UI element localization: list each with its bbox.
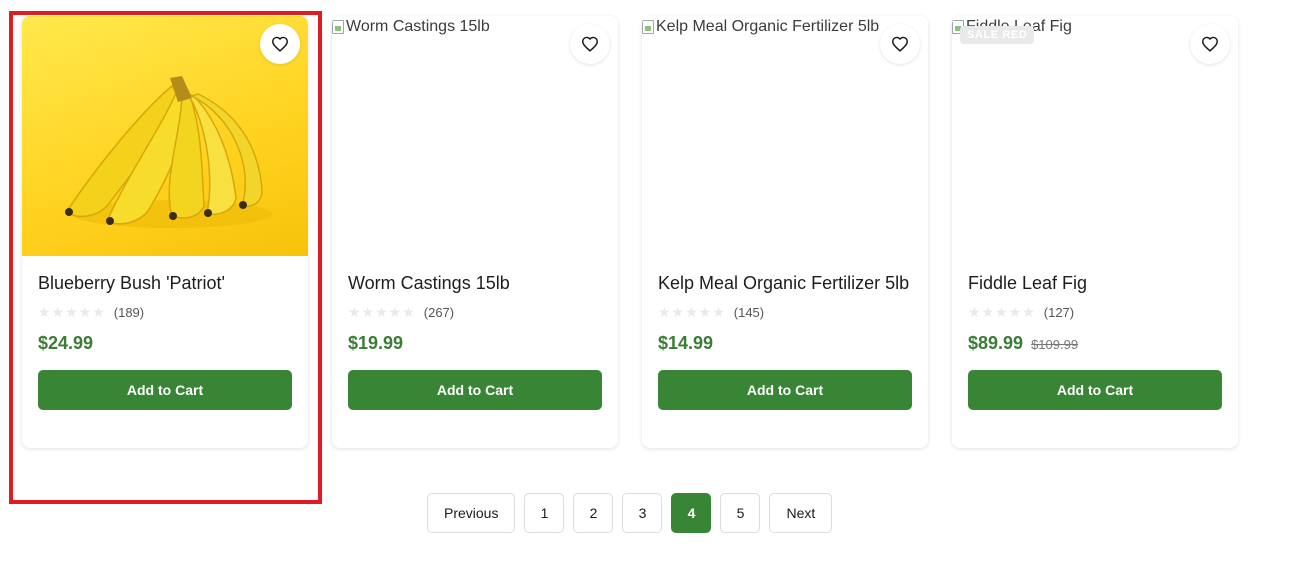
page-button-2[interactable]: 2 [573, 493, 614, 533]
star-rating-icon: ★★★★★ [38, 303, 106, 320]
product-rating: ★★★★★ (145) [658, 303, 912, 321]
price-row: $89.99 $109.99 [968, 333, 1222, 354]
product-title[interactable]: Blueberry Bush 'Patriot' [38, 272, 292, 295]
image-alt-text: Kelp Meal Organic Fertilizer 5lb [656, 18, 880, 35]
broken-image-alt: Worm Castings 15lb [332, 18, 490, 36]
product-price: $89.99 [968, 333, 1024, 353]
add-to-cart-button[interactable]: Add to Cart [968, 370, 1222, 410]
star-rating-icon: ★★★★★ [658, 303, 726, 320]
image-alt-text: Worm Castings 15lb [346, 18, 490, 35]
favorite-button[interactable] [570, 24, 610, 64]
favorite-button[interactable] [1190, 24, 1230, 64]
star-rating-icon: ★★★★★ [348, 303, 416, 320]
page-button-5[interactable]: 5 [720, 493, 761, 533]
next-page-button[interactable]: Next [769, 493, 833, 533]
broken-image-icon [332, 20, 344, 34]
broken-image-icon [642, 20, 654, 34]
sale-badge: SALE RED [960, 26, 1035, 44]
heart-outline-icon [581, 36, 599, 52]
product-price: $14.99 [658, 333, 714, 353]
page-button-1[interactable]: 1 [524, 493, 565, 533]
product-image[interactable]: Fiddle Leaf Fig SALE RED [952, 16, 1238, 256]
product-price: $24.99 [38, 333, 94, 353]
previous-page-button[interactable]: Previous [427, 493, 516, 533]
product-grid: Blueberry Bush 'Patriot' ★★★★★ (189) $24… [22, 16, 1238, 448]
product-card: Worm Castings 15lb Worm Castings 15lb ★★… [332, 16, 618, 448]
price-row: $14.99 [658, 333, 912, 354]
product-card: Fiddle Leaf Fig SALE RED Fiddle Leaf Fig… [952, 16, 1238, 448]
product-image[interactable]: Kelp Meal Organic Fertilizer 5lb [642, 16, 928, 256]
heart-outline-icon [1201, 36, 1219, 52]
review-count: (189) [113, 304, 145, 320]
product-image[interactable] [22, 16, 308, 256]
product-price: $19.99 [348, 333, 404, 353]
price-row: $19.99 [348, 333, 602, 354]
product-card: Blueberry Bush 'Patriot' ★★★★★ (189) $24… [22, 16, 308, 448]
product-image[interactable]: Worm Castings 15lb [332, 16, 618, 256]
favorite-button[interactable] [260, 24, 300, 64]
add-to-cart-button[interactable]: Add to Cart [38, 370, 292, 410]
product-rating: ★★★★★ (127) [968, 303, 1222, 321]
add-to-cart-button[interactable]: Add to Cart [348, 370, 602, 410]
product-title[interactable]: Fiddle Leaf Fig [968, 272, 1222, 295]
price-row: $24.99 [38, 333, 292, 354]
heart-outline-icon [891, 36, 909, 52]
broken-image-alt: Kelp Meal Organic Fertilizer 5lb [642, 18, 879, 36]
favorite-button[interactable] [880, 24, 920, 64]
product-title[interactable]: Worm Castings 15lb [348, 272, 602, 295]
page-button-4-current[interactable]: 4 [671, 493, 712, 533]
page-button-3[interactable]: 3 [622, 493, 663, 533]
star-rating-icon: ★★★★★ [968, 303, 1036, 320]
review-count: (145) [733, 304, 765, 320]
product-title[interactable]: Kelp Meal Organic Fertilizer 5lb [658, 272, 912, 295]
product-card: Kelp Meal Organic Fertilizer 5lb Kelp Me… [642, 16, 928, 448]
add-to-cart-button[interactable]: Add to Cart [658, 370, 912, 410]
review-count: (267) [423, 304, 455, 320]
product-rating: ★★★★★ (189) [38, 303, 292, 321]
pagination: Previous 1 2 3 4 5 Next [427, 493, 833, 533]
product-rating: ★★★★★ (267) [348, 303, 602, 321]
original-price: $109.99 [1031, 337, 1079, 352]
review-count: (127) [1043, 304, 1075, 320]
heart-outline-icon [271, 36, 289, 52]
